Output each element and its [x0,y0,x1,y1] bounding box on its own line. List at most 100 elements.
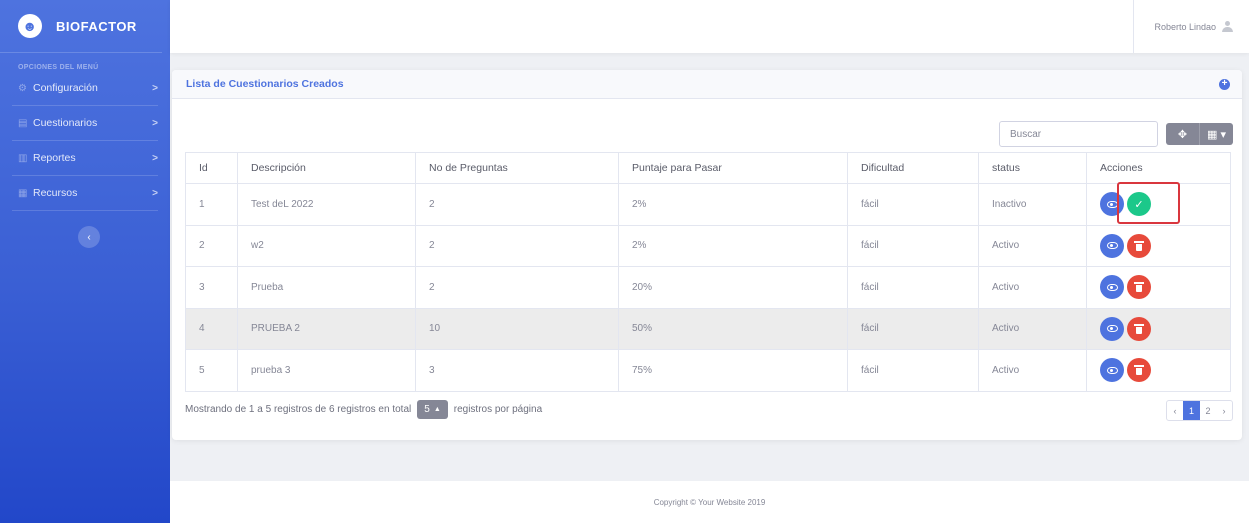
column-header-descripcion[interactable]: Descripción [237,152,416,184]
cell-puntaje: 2% [618,224,848,267]
column-header-status[interactable]: status [978,152,1087,184]
eye-icon [1106,366,1118,374]
view-button[interactable] [1100,358,1124,383]
table-header-row: Id Descripción No de Preguntas Puntaje p… [185,152,1231,184]
cell-dificultad: fácil [847,224,979,267]
pagination-page-1[interactable]: 1 [1183,401,1200,420]
add-icon[interactable]: + [1219,78,1230,90]
cell-descripcion: prueba 3 [237,349,416,392]
sidebar-toggle-button[interactable]: ‹ [78,226,100,248]
cell-status: Activo [978,349,1087,392]
pagination-next[interactable]: › [1216,401,1232,420]
highlight-annotation [1117,182,1180,224]
cell-puntaje: 2% [618,183,848,226]
cell-descripcion: w2 [237,224,416,267]
trash-icon [1134,365,1144,376]
view-button[interactable] [1100,275,1124,300]
delete-button[interactable] [1127,358,1151,383]
sidebar-item-recursos[interactable]: ▦ Recursos > [0,176,170,210]
gear-icon: ⚙ [18,82,27,94]
caret-up-icon: ▲ [433,406,441,413]
table-row: 5 prueba 3 3 75% fácil Activo [185,349,1231,392]
questionnaire-list-card: Lista de Cuestionarios Creados + ✥ ▦ ▾ I… [172,70,1242,440]
questionnaire-table: Id Descripción No de Preguntas Puntaje p… [185,152,1231,392]
trash-icon [1134,282,1144,293]
cell-acciones [1086,224,1231,267]
delete-button[interactable] [1127,233,1151,258]
sidebar-item-reportes[interactable]: ▥ Reportes > [0,141,170,175]
cell-status: Activo [978,266,1087,309]
eye-icon [1106,325,1118,333]
cell-id: 1 [185,183,238,226]
pagination: ‹ 1 2 › [1166,400,1233,421]
chart-icon: ▥ [18,152,28,164]
cell-acciones [1086,349,1231,392]
list-icon: ▦ [18,187,28,199]
table-toolbar: ✥ ▦ ▾ [999,121,1233,147]
pagination-page-2[interactable]: 2 [1200,401,1216,420]
cell-acciones [1086,266,1231,309]
per-page-text: registros por página [453,404,543,415]
cell-dificultad: fácil [847,349,979,392]
topbar: Roberto Lindao [170,0,1249,53]
sidebar-item-label: Cuestionarios [33,117,98,129]
cell-puntaje: 20% [618,266,848,309]
move-icon[interactable]: ✥ [1166,123,1199,145]
sidebar-item-label: Recursos [33,187,78,199]
cell-id: 5 [185,349,238,392]
cell-puntaje: 50% [618,307,848,350]
sidebar-item-configuracion[interactable]: ⚙ Configuración > [0,71,170,105]
divider [12,210,158,211]
sidebar-item-label: Reportes [33,152,76,164]
cell-preguntas: 3 [415,349,619,392]
pagination-prev[interactable]: ‹ [1167,401,1183,420]
brand-logo-icon: ☻ [18,14,42,38]
eye-icon [1106,283,1118,291]
card-title: Lista de Cuestionarios Creados [186,78,344,90]
sidebar-item-cuestionarios[interactable]: ▤ Cuestionarios > [0,106,170,140]
page-footer: Copyright © Your Website 2019 [170,481,1249,523]
search-input[interactable] [999,121,1158,147]
page-size-value: 5 [424,404,430,415]
cell-id: 2 [185,224,238,267]
column-header-acciones: Acciones [1086,152,1231,184]
eye-icon [1106,242,1118,250]
view-button[interactable] [1100,316,1124,341]
eye-icon [1106,200,1118,208]
user-menu[interactable]: Roberto Lindao [1133,0,1233,53]
cell-preguntas: 2 [415,183,619,226]
column-header-puntaje[interactable]: Puntaje para Pasar [618,152,848,184]
sidebar-item-label: Configuración [33,82,98,94]
cell-id: 3 [185,266,238,309]
pagination-info: Mostrando de 1 a 5 registros de 6 regist… [185,400,542,419]
toolbar-button-group: ✥ ▦ ▾ [1166,123,1233,145]
sidebar: ☻ BIOFACTOR OPCIONES DEL MENÚ ⚙ Configur… [0,0,170,523]
column-header-dificultad[interactable]: Dificultad [847,152,979,184]
copyright-text: Copyright © Your Website 2019 [653,497,766,507]
chevron-right-icon: > [152,82,158,94]
column-header-preguntas[interactable]: No de Preguntas [415,152,619,184]
cell-status: Activo [978,224,1087,267]
trash-icon [1134,323,1144,334]
view-button[interactable] [1100,233,1124,258]
table-row: 2 w2 2 2% fácil Activo [185,224,1231,267]
cell-dificultad: fácil [847,266,979,309]
card-header: Lista de Cuestionarios Creados + [172,70,1242,99]
cell-descripcion: PRUEBA 2 [237,307,416,350]
records-info-text: Mostrando de 1 a 5 registros de 6 regist… [185,404,412,415]
cell-status: Inactivo [978,183,1087,226]
table-row: 3 Prueba 2 20% fácil Activo [185,266,1231,309]
table-row: 4 PRUEBA 2 10 50% fácil Activo [185,307,1231,350]
cell-descripcion: Prueba [237,266,416,309]
column-header-id[interactable]: Id [185,152,238,184]
page-size-dropdown[interactable]: 5 ▲ [417,400,448,419]
cell-dificultad: fácil [847,183,979,226]
delete-button[interactable] [1127,275,1151,300]
delete-button[interactable] [1127,316,1151,341]
brand[interactable]: ☻ BIOFACTOR [0,0,162,53]
table-icon: ▤ [18,117,28,129]
user-name: Roberto Lindao [1154,21,1216,32]
chevron-right-icon: > [152,152,158,164]
user-icon [1222,20,1233,33]
columns-dropdown-icon[interactable]: ▦ ▾ [1199,123,1233,145]
